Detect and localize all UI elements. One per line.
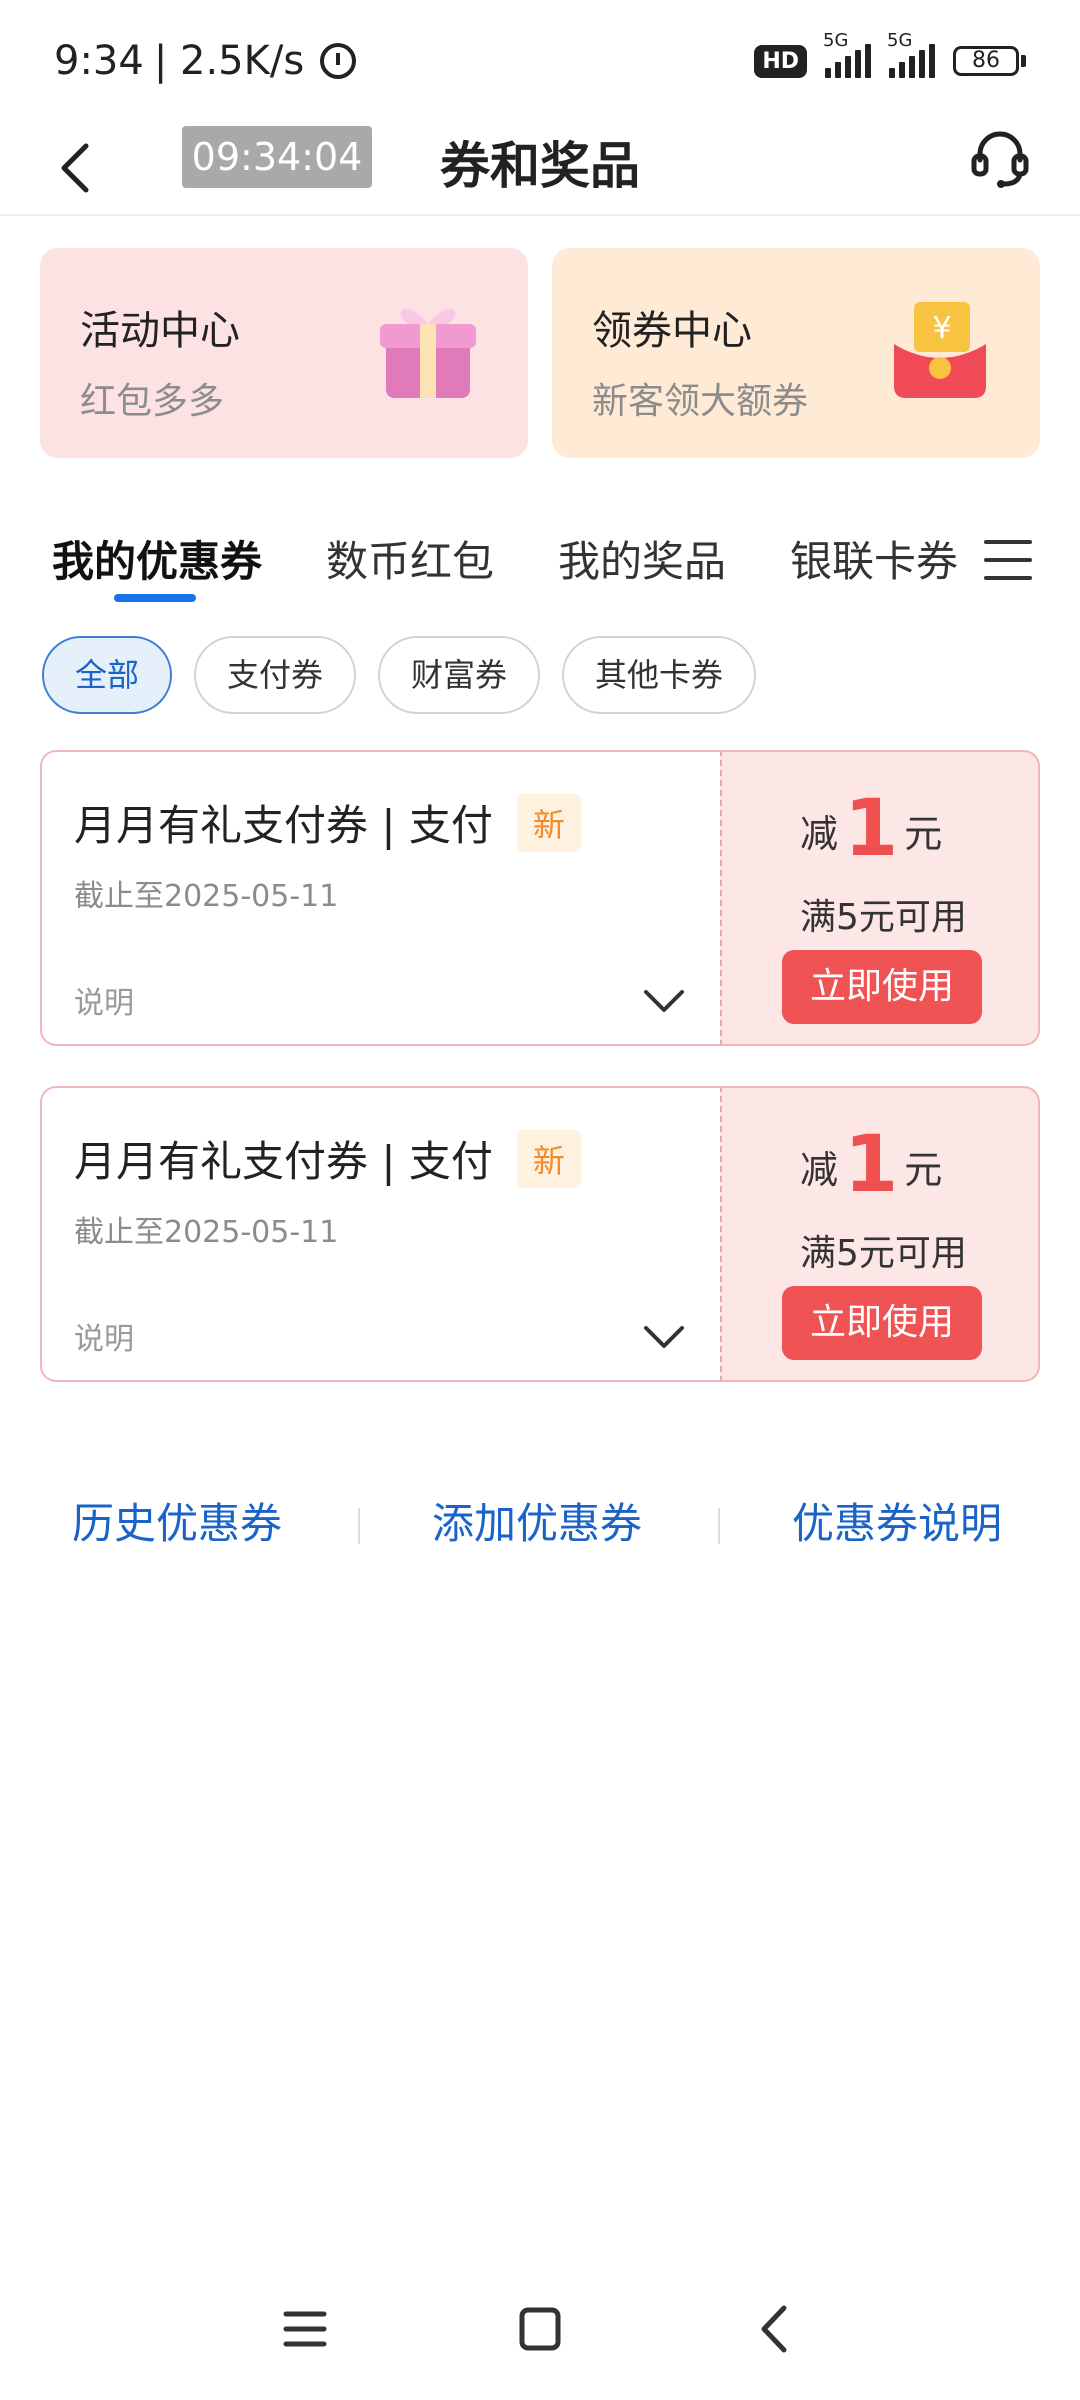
link-divider [718,1508,720,1544]
hd-badge: HD [754,44,807,78]
coupon-title: 月月有礼支付券 | 支付 [74,801,493,850]
coupon-explanation-link[interactable]: 优惠券说明 [792,1490,1002,1551]
tab-unionpay-cards[interactable]: 银联卡券 [790,528,958,589]
add-coupon-link[interactable]: 添加优惠券 [432,1490,642,1551]
tab-my-coupons[interactable]: 我的优惠券 [52,528,262,589]
status-right: HD 5G 5G 86 [754,30,1026,78]
usage-threshold: 满5元可用 [800,1233,967,1274]
coupon-value-panel: 减 1 元 满5元可用 立即使用 [720,750,1040,1046]
customer-service-button[interactable] [968,126,1032,190]
status-bar: 9:34 | 2.5K/s HD 5G 5G 86 [0,0,1080,120]
coupon-description-toggle[interactable]: 说明 [74,1314,134,1358]
active-tab-indicator [114,594,196,602]
battery-level: 86 [953,46,1019,76]
filter-chips: 全部 支付券 财富券 其他卡券 [0,636,1080,716]
filter-wealth[interactable]: 财富券 [378,636,540,714]
home-icon[interactable] [504,2294,574,2364]
new-badge: 新 [516,1129,581,1188]
coupon-expiry: 截止至2025-05-11 [74,879,339,914]
tab-bar: 我的优惠券 数币红包 我的奖品 银联卡券 [0,510,1080,610]
new-badge: 新 [516,793,581,852]
gift-box-icon [380,308,476,398]
network-type-label: 5G [823,30,849,51]
discount-unit: 元 [904,1148,943,1192]
system-nav-bar [0,2270,1080,2400]
signal-icon: 5G [887,30,935,78]
status-network-speed: | 2.5K/s [153,38,305,84]
red-envelope-icon: ¥ [894,302,986,398]
filter-all[interactable]: 全部 [42,636,172,714]
coupon-info: 月月有礼支付券 | 支付 新 截止至2025-05-11 说明 [40,750,720,1046]
coupon-value-panel: 减 1 元 满5元可用 立即使用 [720,1086,1040,1382]
discount-value: 1 [844,1120,899,1210]
discount-amount: 减 1 元 [800,1126,942,1204]
page-title: 券和奖品 [440,137,640,195]
tab-digital-red-packet[interactable]: 数币红包 [326,528,494,589]
discount-amount: 减 1 元 [800,790,942,868]
usage-threshold: 满5元可用 [800,897,967,938]
coupon-expiry: 截止至2025-05-11 [74,1215,339,1250]
activity-center-card[interactable]: 活动中心 红包多多 [40,248,528,458]
discount-value: 1 [844,784,899,874]
use-now-button[interactable]: 立即使用 [782,1286,982,1360]
signal-icon: 5G [823,30,871,78]
headset-icon [971,131,1029,188]
filter-payment[interactable]: 支付券 [194,636,356,714]
status-left: 9:34 | 2.5K/s [54,38,357,84]
coupon-links: 历史优惠券 添加优惠券 优惠券说明 [0,1490,1080,1570]
coupon-title-row: 月月有礼支付券 | 支付 新 [74,1128,688,1189]
battery-icon: 86 [953,46,1026,76]
link-divider [358,1508,360,1544]
back-nav-icon[interactable] [740,2294,810,2364]
chevron-down-icon[interactable] [642,1322,686,1352]
history-coupons-link[interactable]: 历史优惠券 [72,1490,282,1551]
coupon-title: 月月有礼支付券 | 支付 [74,1137,493,1186]
menu-icon[interactable] [980,532,1036,588]
coupon-card: 月月有礼支付券 | 支付 新 截止至2025-05-11 说明 减 1 元 满5… [40,750,1040,1046]
filter-other-cards[interactable]: 其他卡券 [562,636,756,714]
status-time: 9:34 [54,38,144,84]
coupon-description-toggle[interactable]: 说明 [74,978,134,1022]
network-type-label: 5G [887,30,913,51]
app-header: 09:34:04 券和奖品 [0,120,1080,216]
discount-unit: 元 [904,812,943,856]
recent-apps-icon[interactable] [270,2294,340,2364]
coupon-card: 月月有礼支付券 | 支付 新 截止至2025-05-11 说明 减 1 元 满5… [40,1086,1040,1382]
coupon-center-card[interactable]: 领券中心 新客领大额券 ¥ [552,248,1040,458]
coupon-title-row: 月月有礼支付券 | 支付 新 [74,792,688,853]
discount-label: 减 [800,812,839,856]
chevron-down-icon[interactable] [642,986,686,1016]
svg-text:¥: ¥ [932,311,951,346]
alarm-icon [320,43,357,79]
coupon-info: 月月有礼支付券 | 支付 新 截止至2025-05-11 说明 [40,1086,720,1382]
use-now-button[interactable]: 立即使用 [782,950,982,1024]
tab-my-prizes[interactable]: 我的奖品 [558,528,726,589]
discount-label: 减 [800,1148,839,1192]
